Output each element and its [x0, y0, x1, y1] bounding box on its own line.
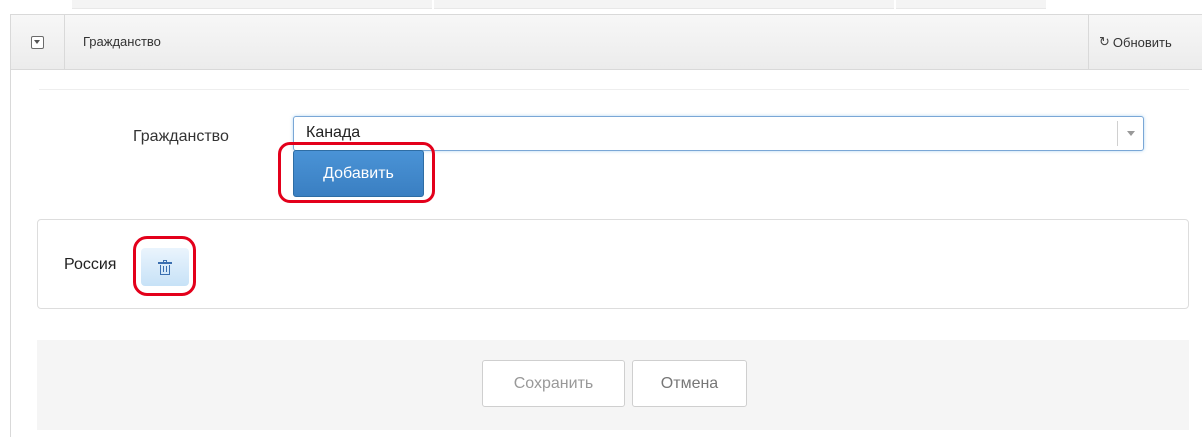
save-button[interactable]: Сохранить: [482, 360, 625, 407]
refresh-label: Обновить: [1112, 34, 1172, 50]
form-footer: Сохранить Отмена: [37, 340, 1189, 430]
citizenship-panel: Гражданство ↻ Обновить Гражданство Канад…: [10, 14, 1202, 437]
citizenship-list: Россия: [37, 219, 1189, 309]
top-strip-segment: [896, 0, 1046, 9]
refresh-button[interactable]: ↻ Обновить: [1088, 15, 1202, 69]
trash-icon: [158, 259, 172, 275]
top-strip-segment: [434, 0, 894, 9]
list-item-label: Россия: [64, 256, 117, 273]
panel-title: Гражданство: [83, 34, 161, 49]
citizenship-select[interactable]: Канада: [293, 116, 1144, 151]
refresh-icon: ↻: [1099, 34, 1110, 49]
divider: [39, 89, 1189, 90]
collapse-icon: [31, 35, 44, 49]
collapse-button[interactable]: [11, 15, 65, 69]
panel-header: Гражданство ↻ Обновить: [11, 15, 1202, 70]
top-strip-segment: [72, 0, 432, 9]
select-value: Канада: [306, 124, 361, 141]
page: Гражданство ↻ Обновить Гражданство Канад…: [0, 0, 1202, 437]
citizenship-label: Гражданство: [133, 128, 229, 145]
top-strip: [0, 0, 1202, 10]
add-button[interactable]: Добавить: [293, 150, 424, 197]
cancel-button[interactable]: Отмена: [632, 360, 747, 407]
chevron-down-icon[interactable]: [1117, 121, 1143, 146]
delete-button[interactable]: [141, 248, 189, 286]
